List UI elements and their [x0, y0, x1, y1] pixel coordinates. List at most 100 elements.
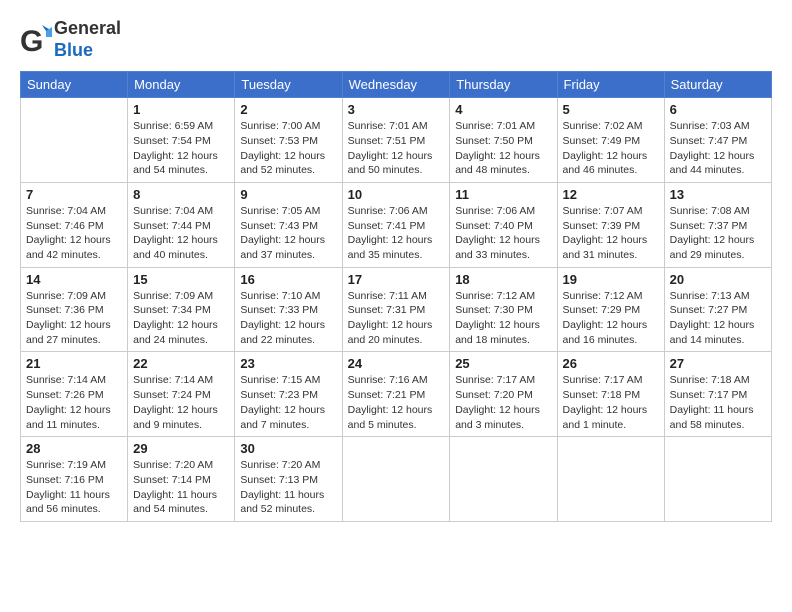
calendar-cell: 4Sunrise: 7:01 AM Sunset: 7:50 PM Daylig…	[450, 98, 557, 183]
logo-blue: Blue	[54, 40, 93, 60]
calendar-cell: 24 Sunrise: 7:16 AM Sunset: 7:21 PM Dayli…	[342, 352, 450, 437]
day-info: Sunrise: 6:59 AM Sunset: 7:54 PM Dayligh…	[133, 119, 229, 178]
calendar-cell: 22 Sunrise: 7:14 AM Sunset: 7:24 PM Dayli…	[128, 352, 235, 437]
calendar-cell: 10Sunrise: 7:06 AM Sunset: 7:41 PM Dayli…	[342, 182, 450, 267]
day-number: 25	[455, 356, 551, 371]
day-info: Sunrise: 7:02 AM Sunset: 7:49 PM Dayligh…	[563, 119, 659, 178]
calendar-cell: 19Sunrise: 7:12 AM Sunset: 7:29 PM Dayli…	[557, 267, 664, 352]
day-info: Sunrise: 7:18 AM Sunset: 7:17 PM Dayligh…	[670, 373, 766, 432]
calendar-cell	[342, 437, 450, 522]
calendar: SundayMondayTuesdayWednesdayThursdayFrid…	[20, 71, 772, 522]
calendar-cell: 17 Sunrise: 7:11 AM Sunset: 7:31 PM Dayli…	[342, 267, 450, 352]
calendar-header-monday: Monday	[128, 72, 235, 98]
day-number: 27	[670, 356, 766, 371]
day-info: Sunrise: 7:01 AM Sunset: 7:50 PM Dayligh…	[455, 119, 551, 178]
calendar-cell	[557, 437, 664, 522]
calendar-week-1: 1 Sunrise: 6:59 AM Sunset: 7:54 PM Daylig…	[21, 98, 772, 183]
day-number: 15	[133, 272, 229, 287]
calendar-cell: 12 Sunrise: 7:07 AM Sunset: 7:39 PM Dayli…	[557, 182, 664, 267]
day-info: Sunrise: 7:07 AM Sunset: 7:39 PM Dayligh…	[563, 204, 659, 263]
day-info: Sunrise: 7:03 AM Sunset: 7:47 PM Dayligh…	[670, 119, 766, 178]
day-number: 21	[26, 356, 122, 371]
calendar-header-saturday: Saturday	[664, 72, 771, 98]
day-number: 16	[240, 272, 336, 287]
calendar-week-5: 28Sunrise: 7:19 AM Sunset: 7:16 PM Dayli…	[21, 437, 772, 522]
calendar-cell: 16 Sunrise: 7:10 AM Sunset: 7:33 PM Dayli…	[235, 267, 342, 352]
calendar-cell: 2Sunrise: 7:00 AM Sunset: 7:53 PM Daylig…	[235, 98, 342, 183]
day-number: 19	[563, 272, 659, 287]
day-info: Sunrise: 7:00 AM Sunset: 7:53 PM Dayligh…	[240, 119, 336, 178]
day-number: 12	[563, 187, 659, 202]
calendar-week-3: 14Sunrise: 7:09 AM Sunset: 7:36 PM Dayli…	[21, 267, 772, 352]
day-info: Sunrise: 7:10 AM Sunset: 7:33 PM Dayligh…	[240, 289, 336, 348]
day-number: 30	[240, 441, 336, 456]
calendar-cell: 15Sunrise: 7:09 AM Sunset: 7:34 PM Dayli…	[128, 267, 235, 352]
day-number: 22	[133, 356, 229, 371]
day-info: Sunrise: 7:17 AM Sunset: 7:20 PM Dayligh…	[455, 373, 551, 432]
day-number: 14	[26, 272, 122, 287]
day-number: 13	[670, 187, 766, 202]
day-info: Sunrise: 7:04 AM Sunset: 7:46 PM Dayligh…	[26, 204, 122, 263]
day-info: Sunrise: 7:13 AM Sunset: 7:27 PM Dayligh…	[670, 289, 766, 348]
calendar-cell: 9 Sunrise: 7:05 AM Sunset: 7:43 PM Daylig…	[235, 182, 342, 267]
calendar-cell: 14Sunrise: 7:09 AM Sunset: 7:36 PM Dayli…	[21, 267, 128, 352]
day-info: Sunrise: 7:12 AM Sunset: 7:30 PM Dayligh…	[455, 289, 551, 348]
calendar-cell: 13 Sunrise: 7:08 AM Sunset: 7:37 PM Dayli…	[664, 182, 771, 267]
calendar-cell: 6Sunrise: 7:03 AM Sunset: 7:47 PM Daylig…	[664, 98, 771, 183]
day-info: Sunrise: 7:14 AM Sunset: 7:26 PM Dayligh…	[26, 373, 122, 432]
logo: G General Blue	[20, 18, 121, 61]
calendar-cell: 21 Sunrise: 7:14 AM Sunset: 7:26 PM Dayli…	[21, 352, 128, 437]
calendar-header-sunday: Sunday	[21, 72, 128, 98]
logo-bird-icon: G	[20, 21, 52, 59]
day-number: 9	[240, 187, 336, 202]
day-number: 26	[563, 356, 659, 371]
calendar-cell: 7 Sunrise: 7:04 AM Sunset: 7:46 PM Daylig…	[21, 182, 128, 267]
calendar-week-2: 7 Sunrise: 7:04 AM Sunset: 7:46 PM Daylig…	[21, 182, 772, 267]
calendar-header-thursday: Thursday	[450, 72, 557, 98]
calendar-cell: 26 Sunrise: 7:17 AM Sunset: 7:18 PM Dayli…	[557, 352, 664, 437]
calendar-cell: 3 Sunrise: 7:01 AM Sunset: 7:51 PM Daylig…	[342, 98, 450, 183]
calendar-cell: 30 Sunrise: 7:20 AM Sunset: 7:13 PM Dayli…	[235, 437, 342, 522]
day-number: 17	[348, 272, 445, 287]
calendar-cell	[450, 437, 557, 522]
day-info: Sunrise: 7:06 AM Sunset: 7:40 PM Dayligh…	[455, 204, 551, 263]
day-number: 7	[26, 187, 122, 202]
calendar-cell: 23Sunrise: 7:15 AM Sunset: 7:23 PM Dayli…	[235, 352, 342, 437]
calendar-header-wednesday: Wednesday	[342, 72, 450, 98]
calendar-cell: 29Sunrise: 7:20 AM Sunset: 7:14 PM Dayli…	[128, 437, 235, 522]
day-info: Sunrise: 7:11 AM Sunset: 7:31 PM Dayligh…	[348, 289, 445, 348]
calendar-cell: 8 Sunrise: 7:04 AM Sunset: 7:44 PM Daylig…	[128, 182, 235, 267]
day-info: Sunrise: 7:05 AM Sunset: 7:43 PM Dayligh…	[240, 204, 336, 263]
day-number: 24	[348, 356, 445, 371]
day-info: Sunrise: 7:08 AM Sunset: 7:37 PM Dayligh…	[670, 204, 766, 263]
calendar-cell: 27 Sunrise: 7:18 AM Sunset: 7:17 PM Dayli…	[664, 352, 771, 437]
calendar-cell: 20 Sunrise: 7:13 AM Sunset: 7:27 PM Dayli…	[664, 267, 771, 352]
day-number: 11	[455, 187, 551, 202]
calendar-week-4: 21 Sunrise: 7:14 AM Sunset: 7:26 PM Dayli…	[21, 352, 772, 437]
logo-wordmark: General Blue	[54, 18, 121, 61]
calendar-cell	[21, 98, 128, 183]
day-info: Sunrise: 7:20 AM Sunset: 7:13 PM Dayligh…	[240, 458, 336, 517]
calendar-header-tuesday: Tuesday	[235, 72, 342, 98]
day-number: 5	[563, 102, 659, 117]
calendar-cell: 28Sunrise: 7:19 AM Sunset: 7:16 PM Dayli…	[21, 437, 128, 522]
calendar-header-friday: Friday	[557, 72, 664, 98]
day-info: Sunrise: 7:01 AM Sunset: 7:51 PM Dayligh…	[348, 119, 445, 178]
logo-general: General	[54, 18, 121, 38]
day-number: 3	[348, 102, 445, 117]
day-info: Sunrise: 7:16 AM Sunset: 7:21 PM Dayligh…	[348, 373, 445, 432]
day-number: 1	[133, 102, 229, 117]
calendar-header-row: SundayMondayTuesdayWednesdayThursdayFrid…	[21, 72, 772, 98]
day-info: Sunrise: 7:17 AM Sunset: 7:18 PM Dayligh…	[563, 373, 659, 432]
day-number: 20	[670, 272, 766, 287]
day-info: Sunrise: 7:20 AM Sunset: 7:14 PM Dayligh…	[133, 458, 229, 517]
calendar-cell: 25 Sunrise: 7:17 AM Sunset: 7:20 PM Dayli…	[450, 352, 557, 437]
day-number: 18	[455, 272, 551, 287]
calendar-cell: 11 Sunrise: 7:06 AM Sunset: 7:40 PM Dayli…	[450, 182, 557, 267]
day-info: Sunrise: 7:15 AM Sunset: 7:23 PM Dayligh…	[240, 373, 336, 432]
day-info: Sunrise: 7:14 AM Sunset: 7:24 PM Dayligh…	[133, 373, 229, 432]
day-info: Sunrise: 7:19 AM Sunset: 7:16 PM Dayligh…	[26, 458, 122, 517]
svg-text:G: G	[20, 25, 43, 58]
day-info: Sunrise: 7:04 AM Sunset: 7:44 PM Dayligh…	[133, 204, 229, 263]
day-number: 8	[133, 187, 229, 202]
